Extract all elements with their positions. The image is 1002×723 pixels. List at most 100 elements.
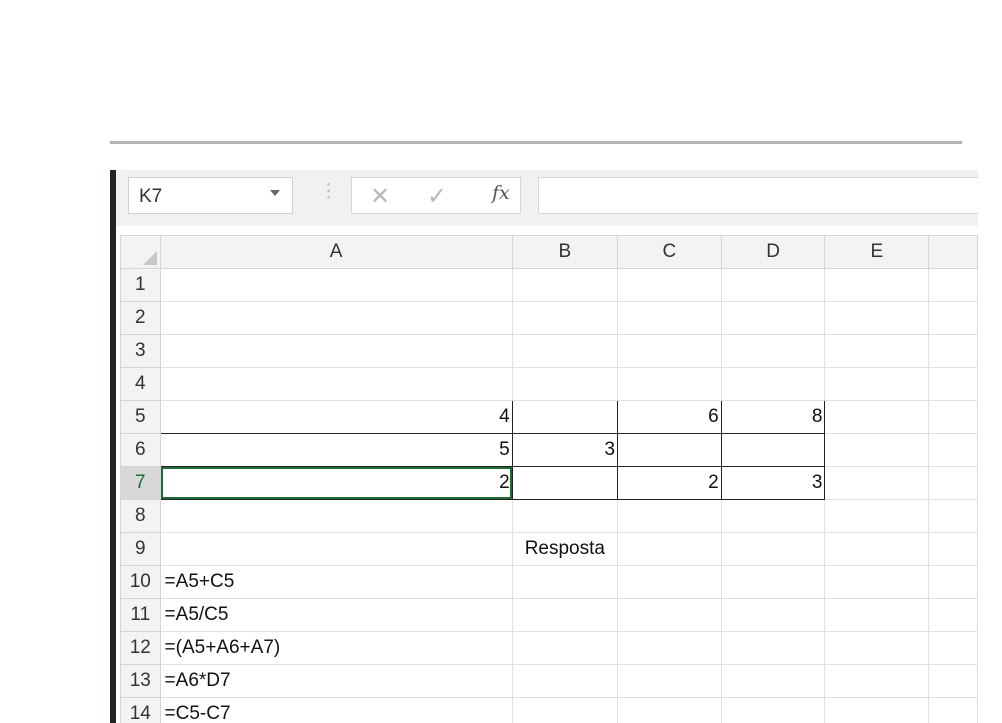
cell-e5[interactable] <box>824 400 930 434</box>
cell-e6[interactable] <box>824 433 930 467</box>
cell-e2[interactable] <box>824 301 930 335</box>
cell-d10[interactable] <box>720 565 826 599</box>
row-header[interactable]: 10 <box>120 565 161 599</box>
cell-c11[interactable] <box>617 598 722 632</box>
cell-d14[interactable] <box>720 697 826 723</box>
cell-a13[interactable]: =A6*D7 <box>159 664 513 698</box>
cell-b8[interactable] <box>511 499 619 533</box>
cell-a7[interactable]: 2 <box>159 466 513 500</box>
cell-f4[interactable] <box>928 367 978 401</box>
cell-c14[interactable] <box>617 697 722 723</box>
cell-d8[interactable] <box>720 499 826 533</box>
row-header[interactable]: 4 <box>120 367 161 401</box>
row-header[interactable]: 13 <box>120 664 161 698</box>
cell-a12[interactable]: =(A5+A6+A7) <box>159 631 513 665</box>
cell-d3[interactable] <box>720 334 826 368</box>
cell-f11[interactable] <box>928 598 978 632</box>
cell-a1[interactable] <box>159 268 513 302</box>
cell-f3[interactable] <box>928 334 978 368</box>
column-header-f[interactable] <box>928 235 978 269</box>
cell-f8[interactable] <box>928 499 978 533</box>
cell-f10[interactable] <box>928 565 978 599</box>
cell-c3[interactable] <box>617 334 722 368</box>
cell-b5[interactable] <box>511 400 619 434</box>
cell-e1[interactable] <box>824 268 930 302</box>
cell-b9[interactable]: Resposta <box>511 532 619 566</box>
cell-e7[interactable] <box>824 466 930 500</box>
cell-f14[interactable] <box>928 697 978 723</box>
cell-e4[interactable] <box>824 367 930 401</box>
row-header[interactable]: 11 <box>120 598 161 632</box>
row-header[interactable]: 6 <box>120 433 161 467</box>
row-header[interactable]: 7 <box>120 466 161 500</box>
cell-a11[interactable]: =A5/C5 <box>159 598 513 632</box>
cell-c4[interactable] <box>617 367 722 401</box>
cell-c5[interactable]: 6 <box>617 400 722 434</box>
cell-d1[interactable] <box>720 268 826 302</box>
cell-c7[interactable]: 2 <box>617 466 722 500</box>
cell-f9[interactable] <box>928 532 978 566</box>
column-header-e[interactable]: E <box>824 235 930 269</box>
cell-d6[interactable] <box>720 433 826 467</box>
cell-b1[interactable] <box>511 268 619 302</box>
cell-a4[interactable] <box>159 367 513 401</box>
cell-b4[interactable] <box>511 367 619 401</box>
close-icon[interactable]: ✕ <box>370 182 390 211</box>
cell-e8[interactable] <box>824 499 930 533</box>
check-icon[interactable]: ✓ <box>427 182 447 211</box>
row-header[interactable]: 1 <box>120 268 161 302</box>
row-header[interactable]: 12 <box>120 631 161 665</box>
cell-c1[interactable] <box>617 268 722 302</box>
cell-f13[interactable] <box>928 664 978 698</box>
row-header[interactable]: 9 <box>120 532 161 566</box>
cell-b2[interactable] <box>511 301 619 335</box>
cell-b7[interactable] <box>511 466 619 500</box>
cell-a3[interactable] <box>159 334 513 368</box>
cell-f1[interactable] <box>928 268 978 302</box>
cell-c8[interactable] <box>617 499 722 533</box>
cell-c10[interactable] <box>617 565 722 599</box>
cell-e11[interactable] <box>824 598 930 632</box>
row-header[interactable]: 5 <box>120 400 161 434</box>
cell-b3[interactable] <box>511 334 619 368</box>
cell-b6[interactable]: 3 <box>511 433 619 467</box>
cell-c2[interactable] <box>617 301 722 335</box>
cell-d2[interactable] <box>720 301 826 335</box>
cell-e10[interactable] <box>824 565 930 599</box>
cell-e13[interactable] <box>824 664 930 698</box>
cell-d11[interactable] <box>720 598 826 632</box>
cell-a10[interactable]: =A5+C5 <box>159 565 513 599</box>
cell-f5[interactable] <box>928 400 978 434</box>
row-header[interactable]: 14 <box>120 697 161 723</box>
cell-b12[interactable] <box>511 631 619 665</box>
cell-d4[interactable] <box>720 367 826 401</box>
cell-a9[interactable] <box>159 532 513 566</box>
cell-b10[interactable] <box>511 565 619 599</box>
select-all-button[interactable] <box>120 235 161 269</box>
cell-a2[interactable] <box>159 301 513 335</box>
cell-e3[interactable] <box>824 334 930 368</box>
cell-f6[interactable] <box>928 433 978 467</box>
cell-b11[interactable] <box>511 598 619 632</box>
insert-function-icon[interactable]: fx <box>492 182 510 204</box>
cell-d13[interactable] <box>720 664 826 698</box>
formula-input[interactable] <box>538 177 978 214</box>
column-header-b[interactable]: B <box>511 235 619 269</box>
cell-b14[interactable] <box>511 697 619 723</box>
cell-d12[interactable] <box>720 631 826 665</box>
column-header-a[interactable]: A <box>159 235 513 269</box>
cell-f2[interactable] <box>928 301 978 335</box>
drag-handle-icon[interactable]: ⋮ <box>319 182 338 201</box>
row-header[interactable]: 3 <box>120 334 161 368</box>
cell-e9[interactable] <box>824 532 930 566</box>
cell-c12[interactable] <box>617 631 722 665</box>
row-header[interactable]: 2 <box>120 301 161 335</box>
chevron-down-icon[interactable] <box>270 190 280 196</box>
cell-f7[interactable] <box>928 466 978 500</box>
cell-f12[interactable] <box>928 631 978 665</box>
column-header-c[interactable]: C <box>617 235 722 269</box>
cell-e12[interactable] <box>824 631 930 665</box>
cell-c9[interactable] <box>617 532 722 566</box>
cell-e14[interactable] <box>824 697 930 723</box>
cell-d7[interactable]: 3 <box>720 466 826 500</box>
